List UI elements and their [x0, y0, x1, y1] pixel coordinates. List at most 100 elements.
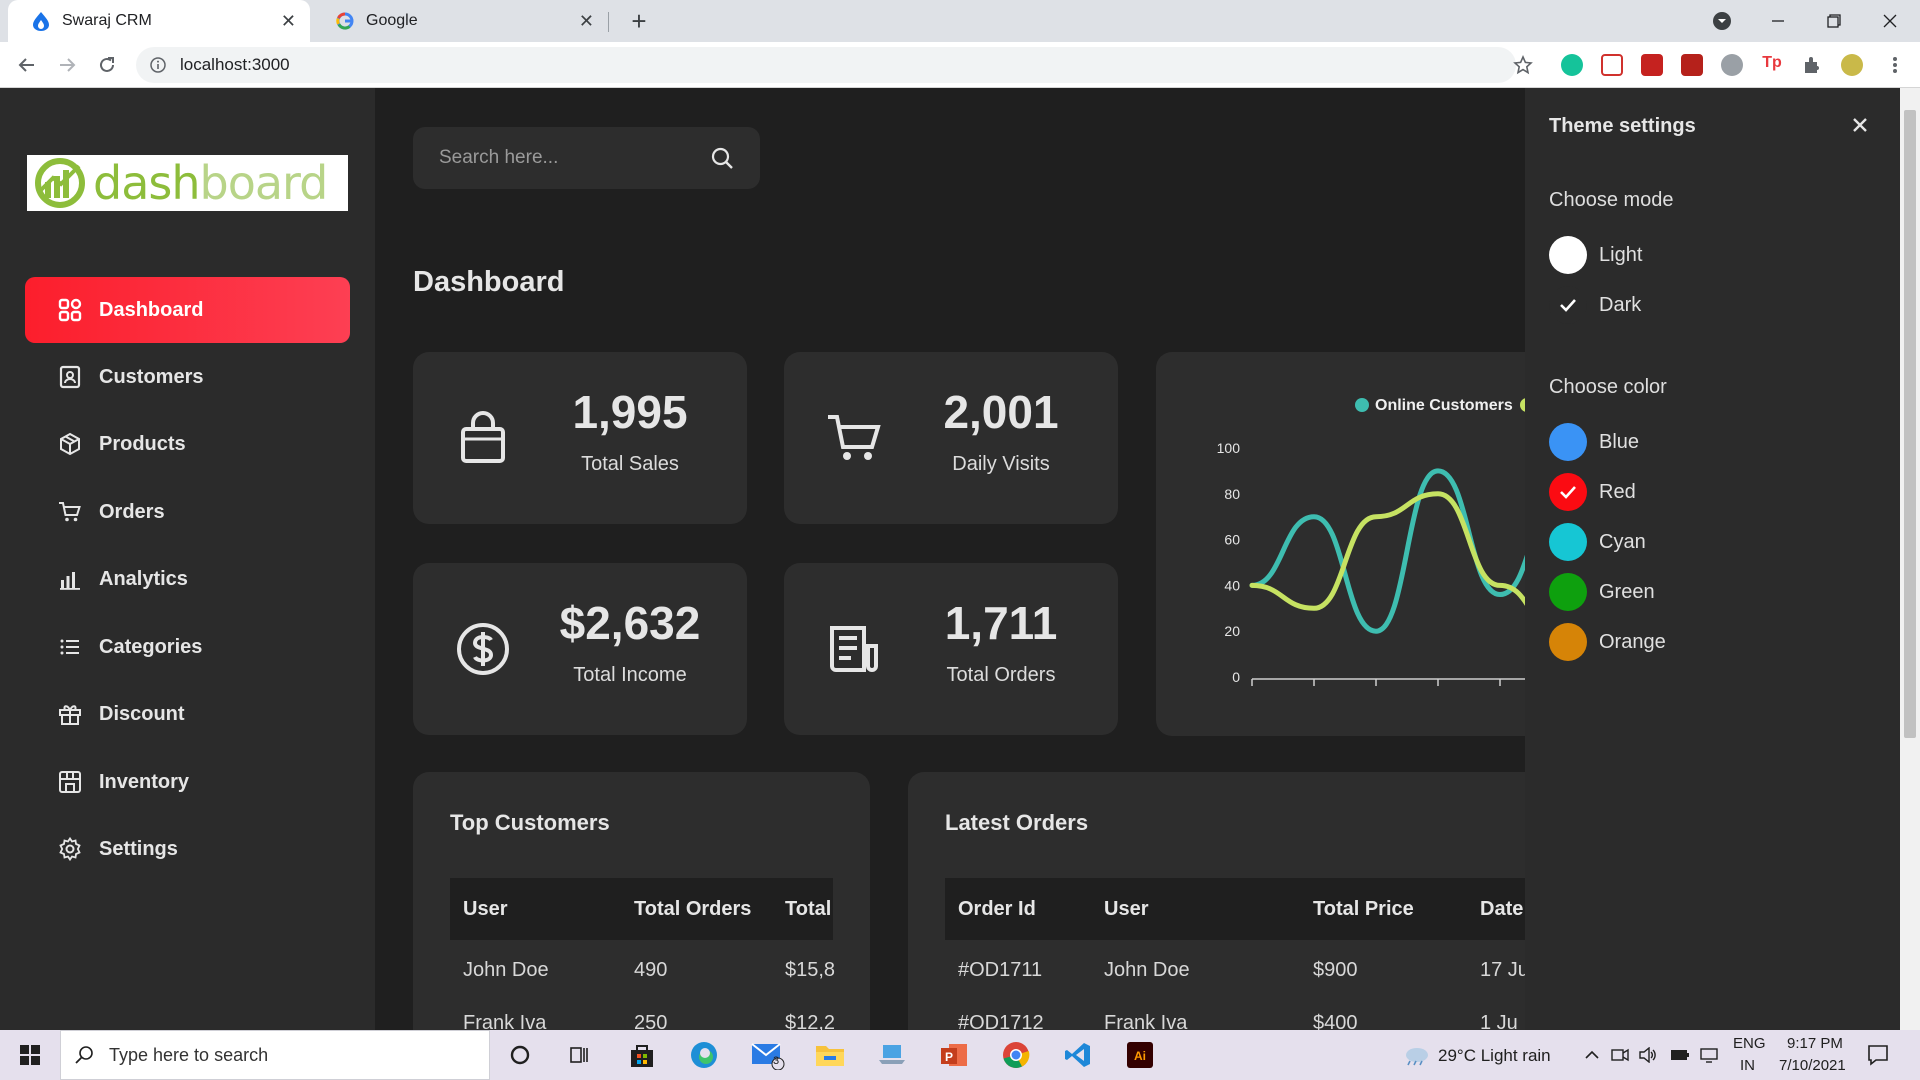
task-view-icon[interactable]	[560, 1035, 600, 1075]
reload-button[interactable]	[92, 50, 122, 80]
profile-avatar-icon[interactable]	[1841, 54, 1863, 76]
profile-dropdown-icon[interactable]	[1694, 0, 1750, 42]
store-app-icon[interactable]	[622, 1035, 662, 1075]
top-customers-panel: Top Customers User Total Orders Total Jo…	[413, 772, 870, 1030]
stat-card-daily-visits[interactable]: 2,001 Daily Visits	[784, 352, 1118, 524]
file-explorer-icon[interactable]	[810, 1035, 850, 1075]
clock-date[interactable]: 7/10/2021	[1779, 1057, 1846, 1074]
taskbar-search-box[interactable]: Type here to search	[60, 1030, 490, 1080]
forward-button[interactable]	[52, 50, 82, 80]
taskbar-search-placeholder: Type here to search	[109, 1044, 269, 1065]
windows-start-icon[interactable]	[10, 1035, 50, 1075]
color-option-cyan[interactable]: Cyan	[1549, 522, 1646, 562]
back-button[interactable]	[12, 50, 42, 80]
nav-label: Settings	[99, 837, 178, 860]
stat-card-total-orders[interactable]: 1,711 Total Orders	[784, 563, 1118, 735]
coupon-extension-icon[interactable]	[1681, 54, 1703, 76]
bug-extension-icon[interactable]	[1721, 54, 1743, 76]
scrollbar-thumb[interactable]	[1904, 110, 1916, 738]
stat-value: 1,711	[944, 596, 1058, 649]
minimize-button[interactable]	[1750, 0, 1806, 42]
new-tab-button[interactable]: +	[624, 6, 654, 36]
color-label: Orange	[1599, 630, 1666, 653]
weather-text[interactable]: 29°C Light rain	[1438, 1046, 1551, 1066]
vscode-icon[interactable]	[1058, 1035, 1098, 1075]
language-indicator[interactable]: ENG	[1733, 1035, 1766, 1052]
column-header[interactable]: Total Orders	[634, 898, 751, 921]
latest-orders-panel: Latest Orders Order Id User Total Price …	[908, 772, 1525, 1030]
tab-google[interactable]: Google ✕	[312, 0, 608, 42]
close-tab-icon[interactable]: ✕	[281, 11, 296, 32]
laptop-app-icon[interactable]	[872, 1035, 912, 1075]
color-option-red[interactable]: Red	[1549, 472, 1636, 512]
dollar-circle-icon	[413, 622, 553, 676]
table-cell: #OD1712	[958, 1012, 1044, 1030]
restore-button[interactable]	[1806, 0, 1862, 42]
nav-item-dashboard[interactable]: Dashboard	[25, 277, 350, 343]
stat-card-total-income[interactable]: $2,632 Total Income	[413, 563, 747, 735]
color-swatch	[1549, 623, 1587, 661]
nav-item-categories[interactable]: Categories	[25, 614, 350, 680]
page-title: Dashboard	[413, 266, 565, 298]
clock-time[interactable]: 9:17 PM	[1787, 1035, 1843, 1052]
column-header[interactable]: Total	[785, 898, 831, 921]
stat-card-total-sales[interactable]: 1,995 Total Sales	[413, 352, 747, 524]
tp-extension-icon[interactable]: Tp	[1761, 54, 1783, 76]
nav-item-customers[interactable]: Customers	[25, 344, 350, 410]
column-header[interactable]: User	[463, 898, 507, 921]
bar-chart-icon	[57, 566, 83, 592]
notification-center-icon[interactable]	[1858, 1035, 1898, 1075]
edge-browser-icon[interactable]	[684, 1035, 724, 1075]
stat-value: $2,632	[559, 596, 701, 649]
color-option-green[interactable]: Green	[1549, 572, 1655, 612]
close-tab-icon[interactable]: ✕	[579, 11, 594, 32]
mode-option-light[interactable]: Light	[1549, 235, 1642, 275]
nav-item-products[interactable]: Products	[25, 411, 350, 477]
y-tick-label: 60	[1224, 532, 1240, 548]
close-icon[interactable]	[1847, 112, 1873, 138]
stat-label: Total Sales	[581, 452, 679, 475]
network-icon[interactable]	[1690, 1035, 1730, 1075]
tab-swaraj-crm[interactable]: Swaraj CRM ✕	[8, 0, 310, 42]
powerpoint-icon[interactable]: P	[934, 1035, 974, 1075]
pocket-extension-icon[interactable]	[1601, 54, 1623, 76]
cortana-icon[interactable]	[500, 1035, 540, 1075]
color-option-blue[interactable]: Blue	[1549, 422, 1639, 462]
search-box[interactable]	[413, 127, 760, 189]
column-header[interactable]: Total Price	[1313, 898, 1414, 921]
nav-label: Analytics	[99, 567, 188, 590]
panel-title: Top Customers	[450, 810, 610, 835]
theme-settings-panel: Theme settings Choose mode Light Dark Ch…	[1525, 88, 1900, 1030]
stat-label: Total Orders	[946, 663, 1056, 686]
table-cell: 490	[634, 959, 668, 981]
illustrator-icon[interactable]: Ai	[1120, 1035, 1160, 1075]
shield-extension-icon[interactable]	[1641, 54, 1663, 76]
mode-label: Light	[1599, 243, 1643, 266]
column-header[interactable]: User	[1104, 898, 1148, 921]
grammarly-extension-icon[interactable]	[1561, 54, 1583, 76]
cart-icon	[57, 499, 83, 525]
nav-item-settings[interactable]: Settings	[25, 816, 350, 882]
nav-item-orders[interactable]: Orders	[25, 479, 350, 545]
search-input[interactable]	[439, 147, 710, 169]
nav-item-analytics[interactable]: Analytics	[25, 546, 350, 612]
column-header[interactable]: Date	[1480, 898, 1523, 921]
color-label: Blue	[1599, 430, 1640, 453]
nav-item-discount[interactable]: Discount	[25, 681, 350, 747]
close-window-button[interactable]	[1862, 0, 1918, 42]
bookmark-star-icon[interactable]	[1508, 50, 1538, 80]
mode-option-dark[interactable]: Dark	[1549, 285, 1641, 325]
nav-item-inventory[interactable]: Inventory	[25, 749, 350, 815]
color-option-orange[interactable]: Orange	[1549, 622, 1666, 662]
app-logo[interactable]: dashboard	[27, 155, 348, 211]
puzzle-extensions-icon[interactable]	[1801, 54, 1823, 76]
chrome-browser-icon[interactable]	[996, 1035, 1036, 1075]
mail-app-icon[interactable]: 3	[748, 1035, 788, 1075]
site-info-icon[interactable]	[150, 57, 166, 73]
column-header[interactable]: Order Id	[958, 898, 1036, 921]
page-scrollbar[interactable]	[1900, 88, 1920, 1030]
search-icon[interactable]	[710, 146, 734, 170]
address-bar[interactable]: localhost:3000	[136, 47, 1516, 83]
browser-menu-icon[interactable]	[1880, 50, 1910, 80]
weather-icon[interactable]	[1396, 1035, 1436, 1075]
